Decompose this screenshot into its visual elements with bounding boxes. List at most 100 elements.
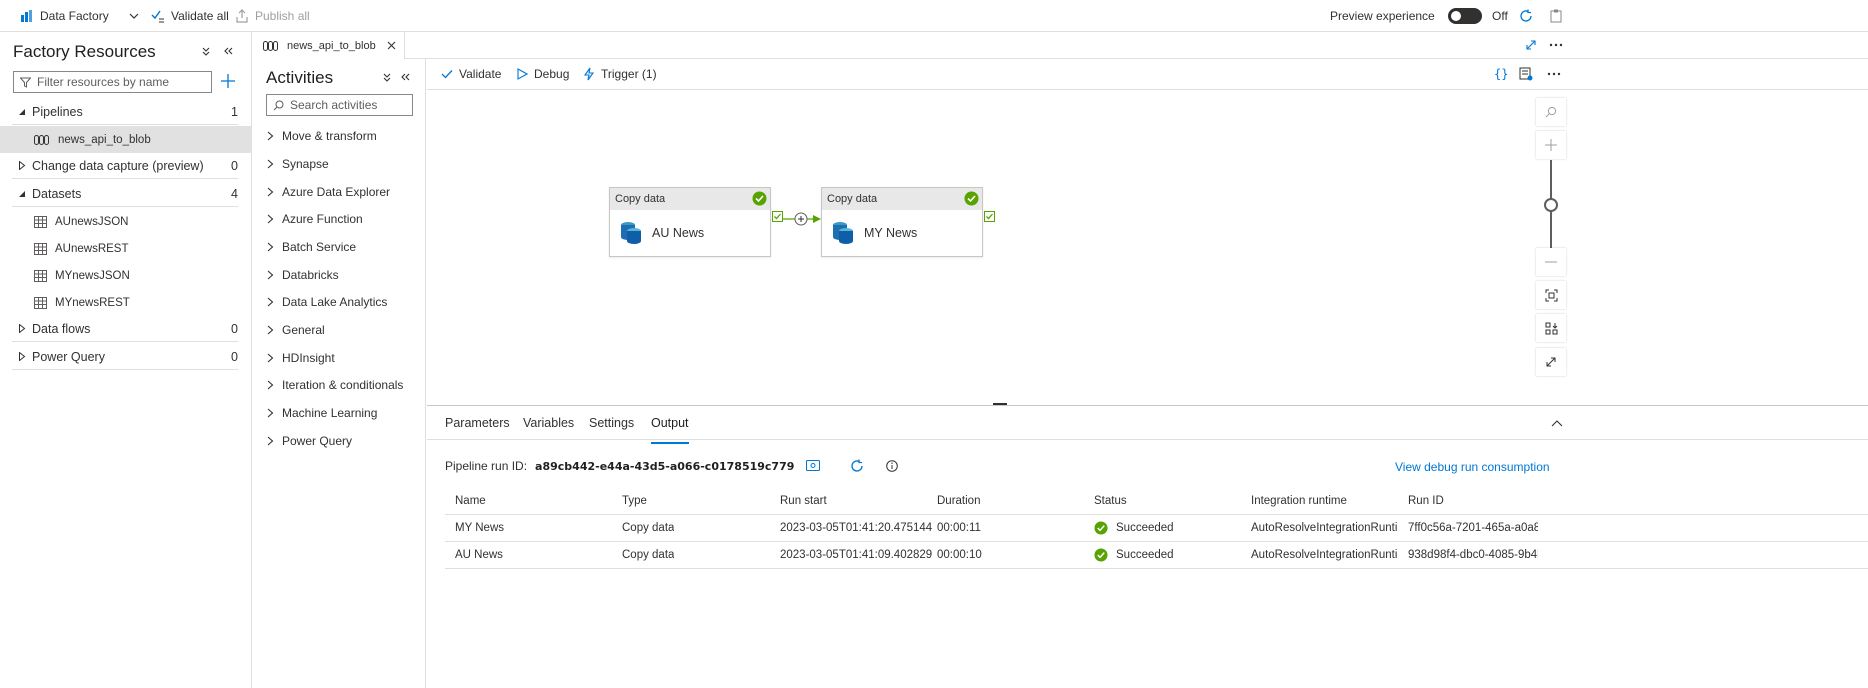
pipeline-run-id-row: Pipeline run ID: a89cb442-e44a-43d5-a066… — [445, 459, 899, 473]
info-icon[interactable] — [886, 460, 899, 472]
validate-button[interactable]: Validate — [441, 59, 501, 89]
change-data-capture-group[interactable]: Change data capture (preview) 0 — [12, 153, 238, 179]
cell-run-id: 7ff0c56a-7201-465a-a0a8-617 — [1408, 522, 1538, 534]
properties-icon[interactable] — [1519, 67, 1533, 81]
table-icon — [34, 215, 47, 228]
activity-category[interactable]: HDInsight — [267, 348, 335, 368]
copy-data-icon — [832, 221, 854, 245]
activity-category[interactable]: Power Query — [267, 431, 352, 451]
data-flows-group[interactable]: Data flows 0 — [12, 316, 238, 342]
copy-icon[interactable] — [806, 460, 821, 472]
group-label: Power Query — [32, 349, 105, 364]
publish-icon — [235, 9, 249, 23]
activity-node-my-news[interactable]: Copy data MY News — [821, 187, 983, 257]
app-name: Data Factory — [40, 9, 109, 23]
success-output-handle[interactable] — [984, 211, 995, 222]
refresh-button[interactable] — [1519, 0, 1533, 32]
dataset-name: MYnewsJSON — [55, 269, 130, 282]
group-count: 0 — [231, 321, 238, 336]
double-chevron-left-icon[interactable] — [399, 71, 411, 83]
code-view-icon[interactable]: {} — [1494, 67, 1508, 80]
tab-divider — [427, 439, 1868, 440]
validate-all-button[interactable]: Validate all — [151, 0, 229, 32]
toggle-state-label: Off — [1492, 9, 1508, 23]
refresh-icon[interactable] — [850, 459, 864, 473]
dataset-item[interactable]: MYnewsREST — [0, 289, 252, 316]
column-header-run-start[interactable]: Run start — [780, 487, 827, 514]
toggle-switch[interactable] — [1448, 8, 1482, 24]
table-row[interactable]: AU News Copy data 2023-03-05T01:41:09.40… — [445, 542, 1868, 569]
category-label: Azure Data Explorer — [282, 185, 391, 199]
category-label: Power Query — [282, 434, 353, 448]
cell-duration: 00:00:10 — [937, 549, 982, 561]
cell-integration-runtime: AutoResolveIntegrationRunti — [1251, 522, 1398, 534]
tab-news-api-to-blob[interactable]: news_api_to_blob — [253, 32, 405, 59]
zoom-out-button[interactable] — [1536, 248, 1566, 276]
fit-to-screen-button[interactable] — [1536, 281, 1566, 309]
success-output-handle[interactable] — [772, 211, 783, 222]
collapse-pane-icon[interactable] — [1551, 419, 1563, 427]
auto-align-button[interactable] — [1536, 314, 1566, 342]
chevron-right-icon — [267, 408, 274, 418]
double-chevron-left-icon[interactable] — [222, 45, 234, 57]
fit-screen-icon — [1545, 289, 1558, 302]
activity-category[interactable]: Machine Learning — [267, 403, 377, 423]
dataset-item[interactable]: AUnewsJSON — [0, 208, 252, 235]
activity-category[interactable]: Move & transform — [267, 126, 377, 146]
collapse-all-icon[interactable] — [381, 71, 393, 83]
check-icon — [441, 69, 453, 79]
column-header-type[interactable]: Type — [622, 487, 647, 514]
activity-node-au-news[interactable]: Copy data AU News — [609, 187, 771, 257]
column-header-status[interactable]: Status — [1094, 487, 1127, 514]
pipeline-item[interactable]: news_api_to_blob — [0, 126, 252, 153]
activity-category[interactable]: Data Lake Analytics — [267, 292, 387, 312]
activity-category[interactable]: General — [267, 320, 325, 340]
expand-canvas-button[interactable] — [1536, 348, 1566, 376]
success-check-icon — [1094, 521, 1108, 535]
filter-resources-input[interactable]: Filter resources by name — [13, 71, 212, 93]
pipeline-canvas[interactable]: Copy data AU News Copy data MY News — [427, 90, 1868, 404]
zoom-slider-thumb[interactable] — [1544, 198, 1558, 212]
group-label: Data flows — [32, 321, 91, 336]
clipboard-button[interactable] — [1550, 0, 1562, 32]
tab-label: Output — [651, 416, 689, 430]
column-header-duration[interactable]: Duration — [937, 487, 980, 514]
category-label: Batch Service — [282, 240, 357, 254]
debug-label: Debug — [534, 67, 570, 81]
more-options-icon[interactable] — [1547, 68, 1561, 80]
column-header-integration-runtime[interactable]: Integration runtime — [1251, 487, 1347, 514]
collapse-all-icon[interactable] — [200, 45, 212, 57]
close-icon[interactable] — [387, 41, 396, 50]
connector-arrow[interactable] — [783, 212, 823, 226]
search-canvas-button[interactable] — [1536, 98, 1566, 126]
datasets-group[interactable]: Datasets 4 — [12, 181, 238, 207]
zoom-in-button[interactable] — [1536, 131, 1566, 159]
expand-icon[interactable] — [1525, 39, 1537, 51]
column-header-run-id[interactable]: Run ID — [1408, 487, 1444, 514]
cell-status: Succeeded — [1094, 542, 1174, 568]
search-placeholder: Search activities — [290, 98, 378, 112]
view-debug-run-consumption-link[interactable]: View debug run consumption — [1395, 460, 1550, 474]
activity-category[interactable]: Azure Data Explorer — [267, 182, 390, 202]
dataset-item[interactable]: MYnewsJSON — [0, 262, 252, 289]
trigger-button[interactable]: Trigger (1) — [583, 59, 657, 89]
more-options-icon[interactable] — [1549, 39, 1563, 51]
activity-category[interactable]: Synapse — [267, 154, 329, 174]
activity-category[interactable]: Azure Function — [267, 209, 363, 229]
app-menu[interactable]: Data Factory — [20, 0, 139, 32]
table-row[interactable]: MY News Copy data 2023-03-05T01:41:20.47… — [445, 515, 1868, 542]
preview-toggle[interactable]: Off — [1448, 0, 1508, 32]
activity-category[interactable]: Batch Service — [267, 237, 356, 257]
power-query-group[interactable]: Power Query 0 — [12, 344, 238, 370]
debug-button[interactable]: Debug — [517, 59, 569, 89]
canvas-zoom-controls — [1536, 98, 1566, 388]
dataset-item[interactable]: AUnewsREST — [0, 235, 252, 262]
chevron-down-icon[interactable] — [129, 11, 139, 21]
add-resource-icon[interactable] — [220, 73, 236, 89]
search-activities-input[interactable]: Search activities — [266, 94, 413, 116]
activity-category[interactable]: Iteration & conditionals — [267, 375, 403, 395]
publish-all-button[interactable]: Publish all — [235, 0, 310, 32]
pipelines-group[interactable]: Pipelines 1 — [12, 99, 238, 125]
activity-category[interactable]: Databricks — [267, 265, 339, 285]
column-header-name[interactable]: Name — [455, 487, 486, 514]
